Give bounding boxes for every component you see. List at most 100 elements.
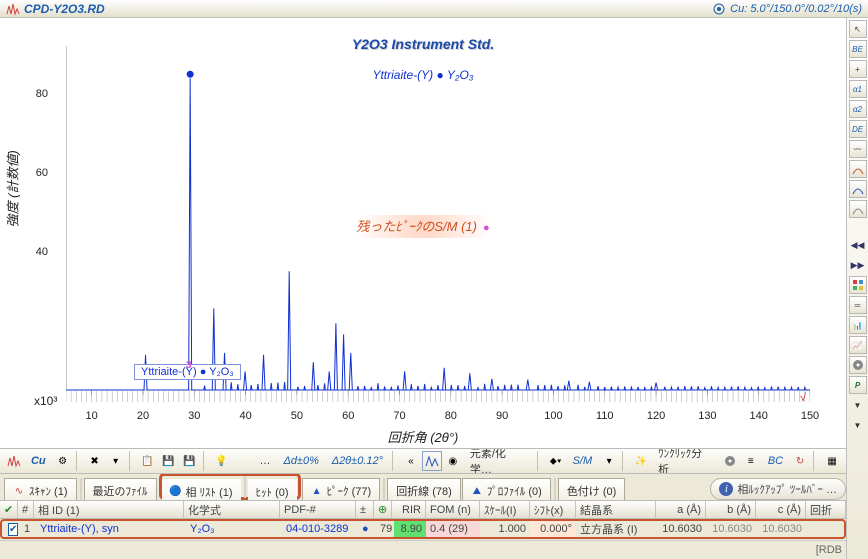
pattern-icon bbox=[6, 2, 20, 16]
tb-cu[interactable]: Cu bbox=[25, 451, 52, 471]
filename: CPD-Y2O3.RD bbox=[24, 2, 105, 16]
th-phase-id[interactable]: 相 ID (1) bbox=[34, 501, 184, 518]
tab-recent[interactable]: 最近のﾌｧｲﾙ bbox=[84, 478, 157, 500]
th-check[interactable]: ✔ bbox=[0, 501, 18, 518]
tb-grid-icon[interactable]: ▦ bbox=[822, 451, 842, 471]
tb-sm[interactable]: S/M bbox=[567, 451, 598, 471]
tool-de[interactable]: DE bbox=[849, 120, 867, 138]
td-rir: 8.90 bbox=[394, 521, 426, 537]
xtick-130: 130 bbox=[698, 410, 716, 422]
th-pm[interactable]: ± bbox=[356, 501, 374, 518]
tb-delta-d[interactable]: Δd±0% bbox=[278, 451, 325, 471]
cursor-tool[interactable]: ↖ bbox=[849, 20, 867, 38]
tab-hit[interactable]: ﾋｯﾄ (0) bbox=[248, 479, 297, 500]
tb-bulb-icon[interactable]: 💡 bbox=[212, 451, 232, 471]
ytick-60: 60 bbox=[24, 167, 48, 179]
td-phase-id[interactable]: Yttriaite-(Y), syn bbox=[36, 521, 186, 537]
th-scale[interactable]: ｽｹｰﾙ(I) bbox=[480, 501, 530, 518]
td-fom: 0.4 (29) bbox=[426, 521, 480, 537]
th-c[interactable]: c (Å) bbox=[756, 501, 806, 518]
th-tree[interactable]: ⊕ bbox=[374, 501, 392, 518]
tb-dropdown-2[interactable]: ▾ bbox=[599, 451, 619, 471]
tb-refresh-icon[interactable]: ↻ bbox=[790, 451, 810, 471]
tool-colors[interactable] bbox=[849, 276, 867, 294]
xtick-70: 70 bbox=[393, 410, 405, 422]
td-shift: 0.000° bbox=[530, 521, 576, 537]
th-rir[interactable]: RIR bbox=[392, 501, 426, 518]
red-check-mark: √ bbox=[800, 392, 806, 404]
td-formula: Y₂O₃ bbox=[186, 521, 282, 537]
tool-fit1[interactable] bbox=[849, 160, 867, 178]
tb-elements[interactable]: 元素/化学… bbox=[464, 451, 534, 471]
th-formula[interactable]: 化学式 bbox=[184, 501, 280, 518]
tab-peak[interactable]: ▲ﾋﾟｰｸ (77) bbox=[302, 478, 381, 500]
xtick-100: 100 bbox=[544, 410, 562, 422]
tool-graph2[interactable]: 📈 bbox=[849, 336, 867, 354]
tool-alpha1[interactable]: α1 bbox=[849, 80, 867, 98]
tool-be[interactable]: BE bbox=[849, 40, 867, 58]
table-header: ✔ # 相 ID (1) 化学式 PDF-# ± ⊕ RIR FOM (n) ｽ… bbox=[0, 500, 846, 519]
tb-tool-2[interactable]: ▾ bbox=[106, 451, 126, 471]
tool-plus[interactable]: + bbox=[849, 60, 867, 78]
xtick-60: 60 bbox=[342, 410, 354, 422]
tb-tool-1[interactable]: ✖ bbox=[85, 451, 105, 471]
tool-graph1[interactable]: 📊 bbox=[849, 316, 867, 334]
arrow-left[interactable]: ◀◀ bbox=[849, 236, 867, 254]
tb-gear-icon[interactable]: ⚙ bbox=[53, 451, 73, 471]
tb-pattern-icon[interactable] bbox=[4, 451, 24, 471]
th-num[interactable]: # bbox=[18, 501, 34, 518]
table-row[interactable]: ✔ 1 Yttriaite-(Y), syn Y₂O₃ 04-010-3289 … bbox=[0, 519, 846, 539]
tb-save-icon[interactable]: 💾 bbox=[159, 451, 179, 471]
tb-save-red-icon[interactable]: 💾 bbox=[180, 451, 200, 471]
row-checkbox[interactable]: ✔ bbox=[8, 523, 18, 536]
tb-dropdown-1[interactable]: ⬥▾ bbox=[546, 451, 566, 471]
xtick-110: 110 bbox=[596, 410, 614, 422]
th-shift[interactable]: ｼﾌﾄ(x) bbox=[530, 501, 576, 518]
footer: [RDB bbox=[0, 540, 846, 559]
tab-phaselist[interactable]: 🔵相 ﾘｽﾄ (1) bbox=[162, 479, 241, 500]
xtick-20: 20 bbox=[137, 410, 149, 422]
th-crystal[interactable]: 結晶系 bbox=[576, 501, 656, 518]
y-multiplier: x10³ bbox=[34, 394, 57, 408]
tool-wave[interactable]: 〰 bbox=[849, 140, 867, 158]
tb-wand-icon[interactable]: ✨ bbox=[631, 451, 651, 471]
tool-sep[interactable]: ═ bbox=[849, 296, 867, 314]
th-diff[interactable]: 回折 bbox=[806, 501, 846, 518]
tb-disk-icon[interactable] bbox=[720, 451, 740, 471]
tab-color[interactable]: 色付け (0) bbox=[558, 478, 626, 500]
th-pdf[interactable]: PDF-# bbox=[280, 501, 356, 518]
th-b[interactable]: b (Å) bbox=[706, 501, 756, 518]
tab-scan[interactable]: ∿ｽｷｬﾝ (1) bbox=[4, 478, 77, 500]
tb-target-icon[interactable]: ◉ bbox=[443, 451, 463, 471]
arrow-right[interactable]: ▶▶ bbox=[849, 256, 867, 274]
main-toolbar: Cu ⚙ ✖ ▾ 📋 💾 💾 💡 … Δd±0% Δ2θ±0.12° « ◉ 元… bbox=[0, 448, 846, 474]
tb-oneclick[interactable]: ﾜﾝｸﾘｯｸ分析 bbox=[652, 451, 719, 471]
td-pdf[interactable]: 04-010-3289 bbox=[282, 521, 358, 537]
chart-area[interactable]: Y2O3 Instrument Std. Yttriaite-(Y) ● Y₂O… bbox=[0, 18, 846, 448]
tool-fit3[interactable] bbox=[849, 200, 867, 218]
footer-text: [RDB bbox=[816, 544, 842, 556]
th-a[interactable]: a (Å) bbox=[656, 501, 706, 518]
tb-dots[interactable]: … bbox=[254, 451, 277, 471]
tb-copy-icon[interactable]: 📋 bbox=[138, 451, 158, 471]
tool-p[interactable]: P bbox=[849, 376, 867, 394]
tool-alpha2[interactable]: α2 bbox=[849, 100, 867, 118]
tb-bc[interactable]: BC bbox=[762, 451, 789, 471]
tab-diffline[interactable]: 回折線 (78) bbox=[387, 478, 461, 500]
arrow-down-1[interactable]: ▼ bbox=[849, 396, 867, 414]
tb-arrow-left-icon[interactable]: « bbox=[401, 451, 421, 471]
tool-fit2[interactable] bbox=[849, 180, 867, 198]
target-icon bbox=[712, 2, 726, 16]
tool-disk[interactable] bbox=[849, 356, 867, 374]
tb-pattern2-icon[interactable] bbox=[422, 451, 442, 471]
tab-profile[interactable]: ⛰ﾌﾟﾛﾌｧｲﾙ (0) bbox=[462, 478, 551, 500]
plot[interactable]: Yttriaite-(Y) ● Y₂O₃ 3 √ bbox=[66, 46, 810, 406]
tb-em-icon[interactable]: ≡ bbox=[741, 451, 761, 471]
arrow-down-2[interactable]: ▼ bbox=[849, 416, 867, 434]
td-b: 10.6030 bbox=[706, 521, 756, 537]
tb-delta-2t[interactable]: Δ2θ±0.12° bbox=[326, 451, 389, 471]
td-a: 10.6030 bbox=[656, 521, 706, 537]
th-fom[interactable]: FOM (n) bbox=[426, 501, 480, 518]
tab-info[interactable]: i相ﾙｯｸｱｯﾌﾟ ﾂｰﾙﾊﾞｰ … bbox=[710, 478, 846, 500]
xtick-120: 120 bbox=[647, 410, 665, 422]
